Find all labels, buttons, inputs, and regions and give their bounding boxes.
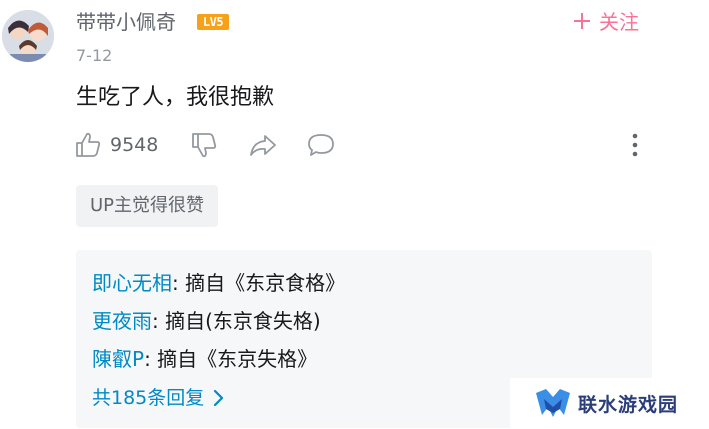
comment-text: 生吃了人，我很抱歉 [76, 85, 275, 110]
chat-bubble-icon [308, 134, 334, 156]
more-vertical-icon [632, 133, 638, 157]
thumbs-up-icon [76, 132, 101, 157]
reply-item[interactable]: 更夜雨: 摘自(东京食失格) [92, 306, 321, 336]
avatar[interactable] [2, 10, 54, 62]
reply-username[interactable]: 即心无相 [92, 271, 172, 295]
reply-username[interactable]: 更夜雨 [92, 309, 152, 333]
plus-icon [573, 8, 591, 36]
level-badge: LV5 [197, 14, 229, 30]
comment-date: 7-12 [76, 46, 113, 65]
follow-button[interactable]: 关注 [573, 8, 639, 36]
comment-actions: 9548 [74, 128, 674, 162]
watermark-logo-icon [536, 388, 570, 417]
chevron-right-icon [214, 389, 224, 407]
view-all-replies-link[interactable]: 共185条回复 [92, 384, 224, 412]
follow-label: 关注 [599, 10, 639, 34]
reply-text: : 摘自《东京失格》 [144, 347, 318, 371]
reply-button[interactable] [306, 128, 336, 162]
watermark-text: 联水游戏园 [578, 394, 679, 416]
reply-text: : 摘自《东京食格》 [172, 271, 346, 295]
reply-item[interactable]: 即心无相: 摘自《东京食格》 [92, 268, 345, 298]
dislike-button[interactable] [190, 128, 218, 162]
username[interactable]: 带带小佩奇 [76, 8, 176, 36]
thumbs-down-icon [192, 133, 217, 158]
up-liked-tag: UP主觉得很赞 [76, 185, 219, 227]
more-options-button[interactable] [628, 132, 642, 158]
reply-count-label: 共185条回复 [92, 387, 205, 409]
avatar-image [2, 10, 54, 62]
reply-item[interactable]: 陳叡P: 摘自《东京失格》 [92, 344, 317, 374]
share-icon [250, 135, 276, 156]
reply-text: : 摘自(东京食失格) [152, 309, 321, 333]
reply-username[interactable]: 陳叡P [92, 347, 144, 371]
like-button[interactable]: 9548 [74, 128, 158, 162]
watermark: 联水游戏园 [510, 378, 709, 429]
like-count: 9548 [110, 134, 159, 156]
share-button[interactable] [248, 128, 278, 162]
